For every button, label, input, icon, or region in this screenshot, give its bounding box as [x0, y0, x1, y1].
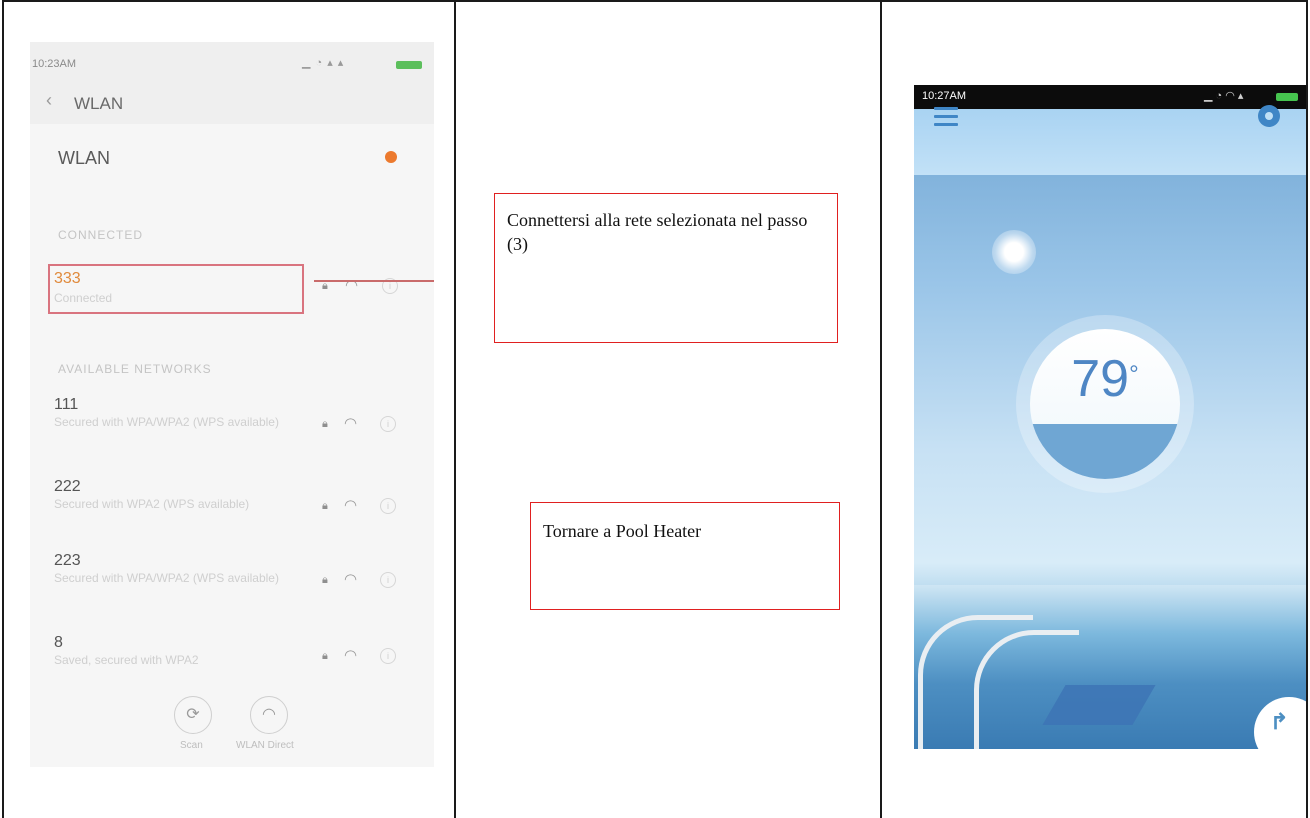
connected-network-status: Connected: [54, 291, 113, 305]
wifi-icon: ◠: [344, 647, 358, 664]
callout-connect: Connettersi alla rete selezionata nel pa…: [494, 193, 838, 343]
available-networks-header: AVAILABLE NETWORKS: [58, 362, 212, 376]
temperature-value: 79°: [1071, 350, 1139, 408]
connected-header: CONNECTED: [58, 228, 144, 242]
info-icon[interactable]: i: [380, 498, 396, 514]
table-border-top: [2, 0, 1308, 2]
network-row[interactable]: 8 Saved, secured with WPA2 🔒︎ ◠ i: [54, 634, 424, 684]
network-name: 8: [54, 634, 63, 651]
lock-icon: 🔒︎: [322, 574, 328, 586]
callout-return: Tornare a Pool Heater: [530, 502, 840, 610]
temperature-gauge[interactable]: 79°: [1030, 329, 1180, 479]
table-border-left: [2, 0, 4, 818]
settings-gear-icon[interactable]: [1258, 105, 1280, 127]
network-name: 111: [54, 396, 79, 413]
lock-icon: 🔒︎: [322, 500, 328, 512]
network-name: 223: [54, 552, 81, 569]
table-divider-1: [454, 0, 456, 818]
network-security: Secured with WPA/WPA2 (WPS available): [54, 571, 279, 585]
network-security: Secured with WPA/WPA2 (WPS available): [54, 415, 279, 429]
wlan-settings-screenshot: 10:23AM ▁ ◔ ▴ ▴ ‹ WLAN WLAN CONNECTED 33…: [30, 42, 434, 767]
page-title: WLAN: [74, 94, 124, 113]
wlan-toggle-label: WLAN: [58, 148, 111, 168]
lock-icon: 🔒︎: [322, 650, 328, 662]
table-border-right: [1306, 0, 1308, 818]
lock-icon: 🔒︎: [322, 418, 328, 430]
back-icon[interactable]: ‹: [46, 90, 52, 111]
connected-network-name[interactable]: 333: [54, 270, 81, 288]
info-icon[interactable]: i: [380, 648, 396, 664]
network-security: Secured with WPA2 (WPS available): [54, 497, 250, 511]
wifi-icon: ◠: [344, 571, 358, 588]
callout-connect-text: Connettersi alla rete selezionata nel pa…: [507, 210, 808, 254]
network-row[interactable]: 222 Secured with WPA2 (WPS available) 🔒︎…: [54, 478, 424, 548]
wifi-icon: ◠: [344, 415, 358, 432]
wlan-direct-label: WLAN Direct: [236, 740, 294, 751]
status-bar: [914, 85, 1306, 109]
status-time: 10:23AM: [32, 58, 77, 70]
info-icon[interactable]: i: [380, 416, 396, 432]
battery-icon: [1276, 93, 1298, 101]
table-divider-2: [880, 0, 882, 818]
scan-label: Scan: [180, 740, 203, 751]
gauge-water-fill: [1030, 424, 1180, 479]
signal-icon: ▁ ◔ ◠ ▴: [1204, 90, 1244, 102]
network-row[interactable]: 111 Secured with WPA/WPA2 (WPS available…: [54, 396, 424, 466]
network-row[interactable]: 223 Secured with WPA/WPA2 (WPS available…: [54, 552, 424, 622]
connector-line: [314, 280, 434, 282]
wlan-toggle[interactable]: [385, 151, 397, 163]
battery-icon: [396, 61, 422, 69]
wifi-icon: ◠: [345, 277, 359, 294]
wifi-icon: ◠: [344, 497, 358, 514]
network-name: 222: [54, 478, 81, 495]
signal-icon: ▁ ◔ ▴ ▴: [302, 57, 345, 69]
network-security: Saved, secured with WPA2: [54, 653, 199, 667]
connected-network-highlight: [48, 264, 304, 314]
wlan-direct-button[interactable]: ◠: [250, 696, 288, 734]
app-bar: [914, 109, 1306, 175]
callout-return-text: Tornare a Pool Heater: [543, 521, 702, 541]
menu-icon[interactable]: [934, 107, 958, 126]
return-arrow-icon: ↱: [1270, 709, 1289, 734]
status-time: 10:27AM: [922, 90, 967, 102]
scan-button[interactable]: ⟳: [174, 696, 212, 734]
pool-heater-app-screenshot: 10:27AM ▁ ◔ ◠ ▴ 79° ↱: [914, 85, 1306, 749]
sun-glare: [992, 230, 1036, 274]
info-icon[interactable]: i: [380, 572, 396, 588]
